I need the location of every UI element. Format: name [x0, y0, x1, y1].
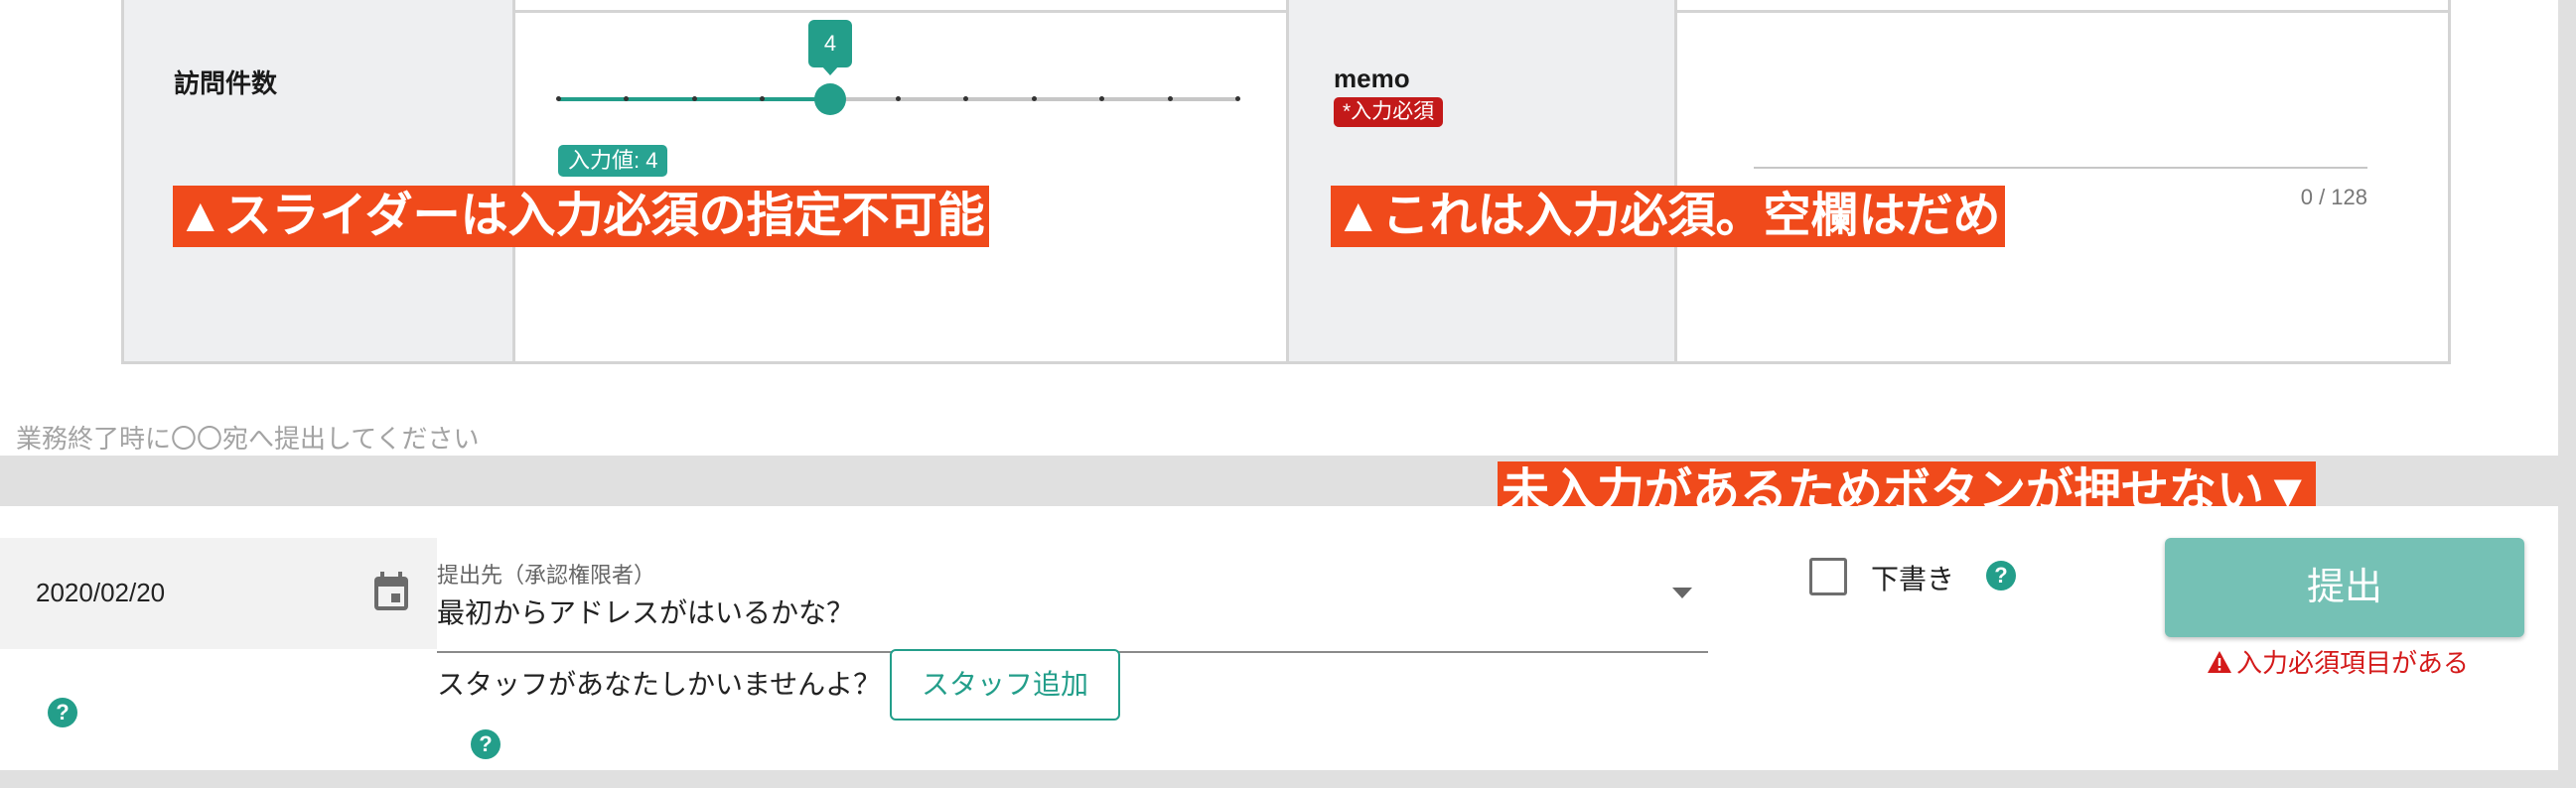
staff-help-icon[interactable]: ?	[471, 729, 501, 759]
recipient-select[interactable]: 提出先（承認権限者） 最初からアドレスがはいるかな？	[437, 552, 1708, 653]
form-table: 訪問件数 memo *入力必須	[121, 0, 2451, 364]
slider-cell	[515, 0, 1286, 361]
visits-label: 訪問件数	[174, 68, 278, 98]
slider-tick	[691, 96, 697, 101]
slider-tick	[1031, 96, 1037, 101]
slider-tick	[1099, 96, 1105, 101]
draft-checkbox[interactable]	[1809, 558, 1847, 595]
submission-note: 業務終了時に〇〇宛へ提出してください	[16, 424, 480, 454]
slider-value-chip: 入力値: 4	[558, 145, 668, 177]
required-badge: *入力必須	[1334, 97, 1444, 127]
visits-slider-thumb[interactable]	[814, 83, 846, 115]
memo-char-counter: 0 / 128	[2300, 185, 2367, 209]
memo-annotation: ▲これは入力必須。空欄はだめ	[1331, 186, 2005, 247]
visits-label-cell: 訪問件数	[124, 0, 512, 361]
add-staff-button[interactable]: スタッフ追加	[890, 649, 1120, 721]
draft-label[interactable]: 下書き	[1871, 558, 1954, 597]
calendar-icon[interactable]	[371, 570, 411, 613]
slider-tick	[1235, 96, 1240, 101]
memo-input-underline[interactable]	[1754, 167, 2367, 169]
draft-help-icon[interactable]: ?	[1986, 561, 2016, 591]
date-value[interactable]: 2020/02/20	[36, 578, 165, 608]
slider-tick	[1167, 96, 1173, 101]
required-error-text: 入力必須項目がある	[2236, 648, 2470, 678]
memo-label-cell: memo *入力必須	[1289, 0, 1674, 361]
date-help-icon[interactable]: ?	[48, 698, 77, 727]
report-form-card: 訪問件数 memo *入力必須 4 入力値: 4 ▲スライダーは入力必須の指定不…	[0, 0, 2558, 456]
warning-icon	[2208, 650, 2231, 673]
slider-tick	[963, 96, 969, 101]
staff-message: スタッフがあなたしかいませんよ？	[437, 669, 882, 700]
slider-tick	[556, 96, 561, 101]
slider-annotation: ▲スライダーは入力必須の指定不可能	[173, 186, 989, 247]
visits-slider-track[interactable]	[556, 96, 1240, 101]
recipient-value[interactable]: 最初からアドレスがはいるかな？	[437, 591, 854, 631]
slider-tick	[896, 96, 901, 101]
memo-input-cell[interactable]	[1677, 0, 2448, 361]
memo-label: memo	[1334, 64, 1410, 93]
date-field[interactable]: 2020/02/20	[0, 538, 437, 649]
dropdown-arrow-icon[interactable]	[1672, 588, 1692, 598]
slider-value-tooltip: 4	[808, 20, 852, 67]
required-error: 入力必須項目がある	[2207, 643, 2469, 680]
slider-tooltip-pointer	[821, 66, 839, 75]
recipient-label: 提出先（承認権限者）	[437, 563, 656, 588]
submit-button[interactable]: 提出	[2165, 538, 2524, 637]
